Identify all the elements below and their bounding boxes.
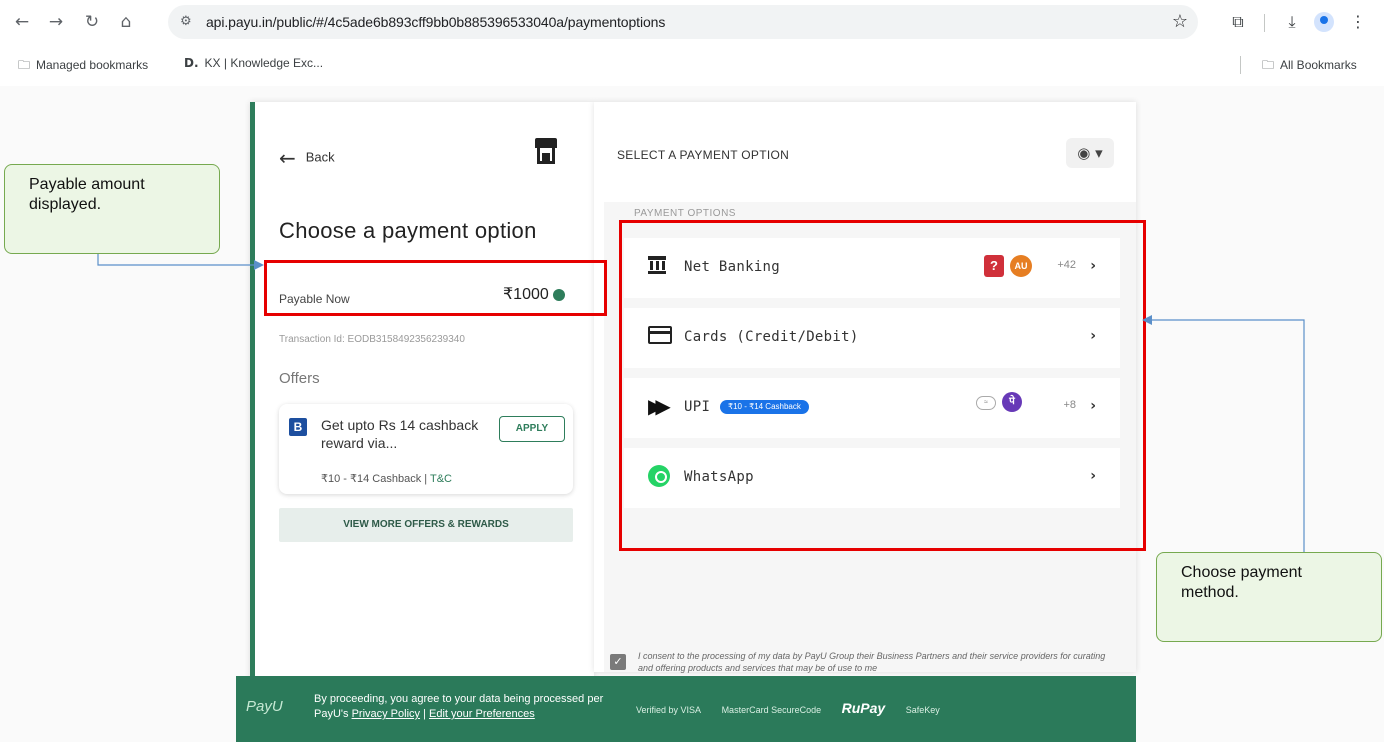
left-connector-arrow-icon xyxy=(254,260,264,270)
right-connector-arrow-icon xyxy=(1142,315,1152,325)
left-connector-line xyxy=(97,254,258,266)
right-connector-line xyxy=(1150,319,1305,552)
annotation-connectors xyxy=(97,254,1305,552)
